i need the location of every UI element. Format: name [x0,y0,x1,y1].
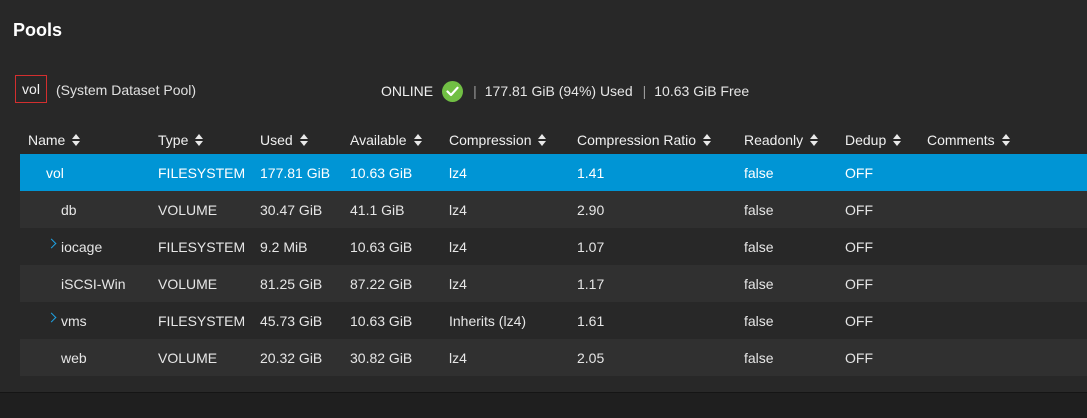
cell-type: FILESYSTEM [158,313,246,329]
cell-type: VOLUME [158,276,218,292]
cell-available: 10.63 GiB [350,239,413,255]
table-row[interactable]: db VOLUME 30.47 GiB 41.1 GiB lz4 2.90 fa… [20,191,1087,228]
cell-readonly: false [744,313,774,329]
sort-icon [299,134,309,146]
column-header-compression[interactable]: Compression [449,132,547,148]
pool-status: ONLINE [381,83,434,99]
cell-type: FILESYSTEM [158,165,246,181]
sort-icon [538,134,547,146]
sort-icon [810,134,819,146]
chevron-right-icon[interactable] [46,238,57,249]
page-footer-area [0,392,1087,418]
cell-readonly: false [744,276,774,292]
sort-icon [195,134,204,146]
sort-icon [72,134,81,146]
cell-used: 45.73 GiB [260,313,323,329]
cell-compression: lz4 [449,202,467,218]
pool-free: 10.63 GiB Free [654,83,750,99]
datasets-table: Name Type Used Available Compression Com… [20,124,1087,376]
cell-used: 20.32 GiB [260,350,323,366]
cell-name: iSCSI-Win [61,276,126,292]
cell-compression: lz4 [449,239,467,255]
cell-dedup: OFF [845,239,873,255]
pool-header: vol (System Dataset Pool) ONLINE | 177.8… [0,74,1087,108]
column-header-comments[interactable]: Comments [927,132,1011,148]
sort-icon [893,134,902,146]
table-row[interactable]: iocage FILESYSTEM 9.2 MiB 10.63 GiB lz4 … [20,228,1087,265]
table-header: Name Type Used Available Compression Com… [20,124,1087,154]
pool-description: (System Dataset Pool) [56,82,197,98]
cell-compression: lz4 [449,276,467,292]
cell-readonly: false [744,239,774,255]
cell-available: 30.82 GiB [350,350,413,366]
cell-available: 10.63 GiB [350,165,413,181]
sort-icon [413,134,423,146]
column-header-compression-ratio[interactable]: Compression Ratio [577,132,712,148]
pool-used: 177.81 GiB (94%) Used [484,83,633,99]
cell-compression-ratio: 2.05 [577,350,605,366]
cell-compression: lz4 [449,350,467,366]
cell-name: db [61,202,77,218]
cell-name: vms [61,313,87,329]
cell-used: 81.25 GiB [260,276,323,292]
cell-dedup: OFF [845,350,873,366]
column-header-used[interactable]: Used [260,132,309,148]
cell-name: web [61,350,87,366]
column-header-dedup[interactable]: Dedup [845,132,902,148]
cell-available: 41.1 GiB [350,202,405,218]
separator: | [473,83,477,99]
cell-available: 87.22 GiB [350,276,413,292]
column-header-name[interactable]: Name [28,132,81,148]
cell-readonly: false [744,165,774,181]
column-header-available[interactable]: Available [350,132,423,148]
separator: | [642,83,647,99]
table-row[interactable]: iSCSI-Win VOLUME 81.25 GiB 87.22 GiB lz4… [20,265,1087,302]
page-title: Pools [13,20,63,40]
cell-available: 10.63 GiB [350,313,413,329]
pool-name[interactable]: vol [15,75,47,103]
cell-compression-ratio: 1.61 [577,313,605,329]
cell-dedup: OFF [845,202,873,218]
cell-dedup: OFF [845,276,873,292]
cell-used: 177.81 GiB [260,165,331,181]
cell-compression: Inherits (lz4) [449,313,527,329]
cell-dedup: OFF [845,313,873,329]
sort-icon [703,134,712,146]
check-circle-icon [442,80,464,102]
table-row[interactable]: web VOLUME 20.32 GiB 30.82 GiB lz4 2.05 … [20,339,1087,376]
cell-compression: lz4 [449,165,467,181]
cell-type: VOLUME [158,202,218,218]
cell-type: FILESYSTEM [158,239,246,255]
cell-compression-ratio: 2.90 [577,202,605,218]
chevron-right-icon[interactable] [46,312,57,323]
cell-readonly: false [744,202,774,218]
table-row[interactable]: vms FILESYSTEM 45.73 GiB 10.63 GiB Inher… [20,302,1087,339]
cell-used: 9.2 MiB [260,239,308,255]
cell-dedup: OFF [845,165,873,181]
table-row[interactable]: vol FILESYSTEM 177.81 GiB 10.63 GiB lz4 … [20,154,1087,191]
pool-status-group: ONLINE | 177.81 GiB (94%) Used | 10.63 G… [381,80,749,102]
sort-icon [1001,134,1011,146]
cell-name: vol [46,165,64,181]
cell-name: iocage [61,239,103,255]
column-header-readonly[interactable]: Readonly [744,132,819,148]
column-header-type[interactable]: Type [158,132,204,148]
cell-compression-ratio: 1.17 [577,276,605,292]
cell-used: 30.47 GiB [260,202,323,218]
cell-readonly: false [744,350,774,366]
cell-type: VOLUME [158,350,218,366]
pools-card: Pools vol (System Dataset Pool) ONLINE |… [0,0,1087,392]
cell-compression-ratio: 1.07 [577,239,605,255]
cell-compression-ratio: 1.41 [577,165,605,181]
